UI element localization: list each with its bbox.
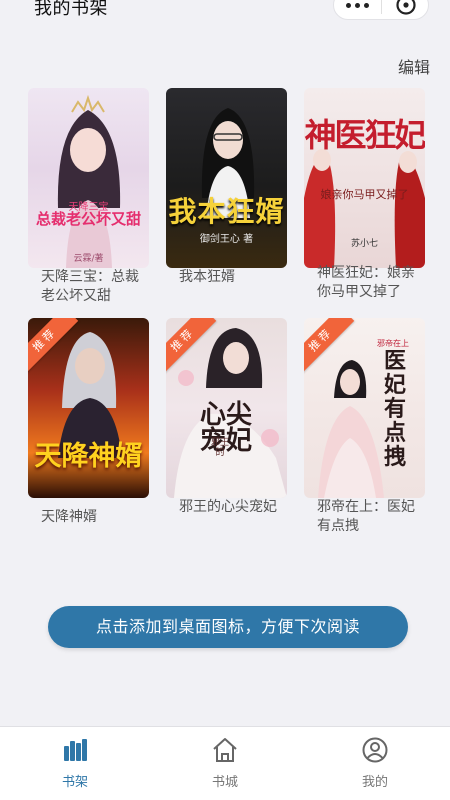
book-cover[interactable]: 推荐 天降神婿: [28, 318, 149, 498]
tab-bookstore[interactable]: 书城: [185, 737, 265, 790]
book-title[interactable]: 天降神婿: [41, 508, 141, 527]
add-to-desktop-button[interactable]: 点击添加到桌面图标，方便下次阅读: [48, 606, 408, 648]
cover-title: 医妃有点拽: [383, 349, 406, 470]
cover-subtitle: 邪帝在上: [377, 339, 409, 348]
tab-label: 书城: [211, 775, 238, 790]
cover-title: 神医狂妃: [304, 116, 425, 154]
cover-author: 御剑王心 著: [199, 234, 254, 245]
mini-program-capsule: [333, 0, 429, 20]
book-cover[interactable]: 推荐 心尖宠妃 邪王的: [166, 318, 287, 498]
cover-title: 我本狂婿: [168, 195, 285, 228]
bottom-tab-bar: 书架 书城 我的: [0, 726, 450, 800]
book-cover[interactable]: 推荐 邪帝在上 医妃有点拽: [304, 318, 425, 498]
cover-title: 天降神婿: [34, 441, 143, 472]
top-bar: 我的书架: [0, 0, 450, 24]
book-title[interactable]: 邪帝在上：医妃有点拽: [317, 498, 417, 536]
book-title[interactable]: 天降三宝：总裁老公坏又甜: [41, 268, 141, 306]
book-cover[interactable]: 我本狂婿 御剑王心 著: [166, 88, 287, 268]
cover-subtitle: 娘亲你马甲又掉了: [320, 188, 409, 201]
book-cover[interactable]: 神医狂妃 娘亲你马甲又掉了 苏小七: [304, 88, 425, 268]
book-title[interactable]: 我本狂婿: [179, 268, 279, 287]
cover-author: 云霖/著: [73, 254, 104, 264]
tab-bookshelf[interactable]: 书架: [35, 737, 115, 790]
book-title[interactable]: 神医狂妃：娘亲你马甲又掉了: [317, 264, 417, 302]
cover-title: 总裁老公坏又甜: [35, 210, 141, 228]
cover-subtitle: 邪王的: [210, 438, 229, 458]
close-circle-icon[interactable]: [383, 0, 429, 19]
tab-label: 书架: [61, 775, 88, 790]
tab-label: 我的: [361, 775, 388, 790]
cover-author: 苏小七: [350, 239, 378, 249]
book-cover[interactable]: 天降三宝 总裁老公坏又甜 云霖/著: [28, 88, 149, 268]
home-icon: [212, 737, 238, 763]
book-title[interactable]: 邪王的心尖宠妃: [179, 498, 279, 517]
edit-button[interactable]: 编辑: [398, 54, 430, 78]
bookshelf-icon: [62, 737, 88, 763]
more-dots-icon[interactable]: [334, 0, 381, 19]
page-title: 我的书架: [34, 0, 108, 19]
capsule-divider: [381, 0, 382, 14]
profile-icon: [362, 737, 388, 763]
cover-art: [57, 94, 121, 268]
tab-profile[interactable]: 我的: [335, 737, 415, 790]
